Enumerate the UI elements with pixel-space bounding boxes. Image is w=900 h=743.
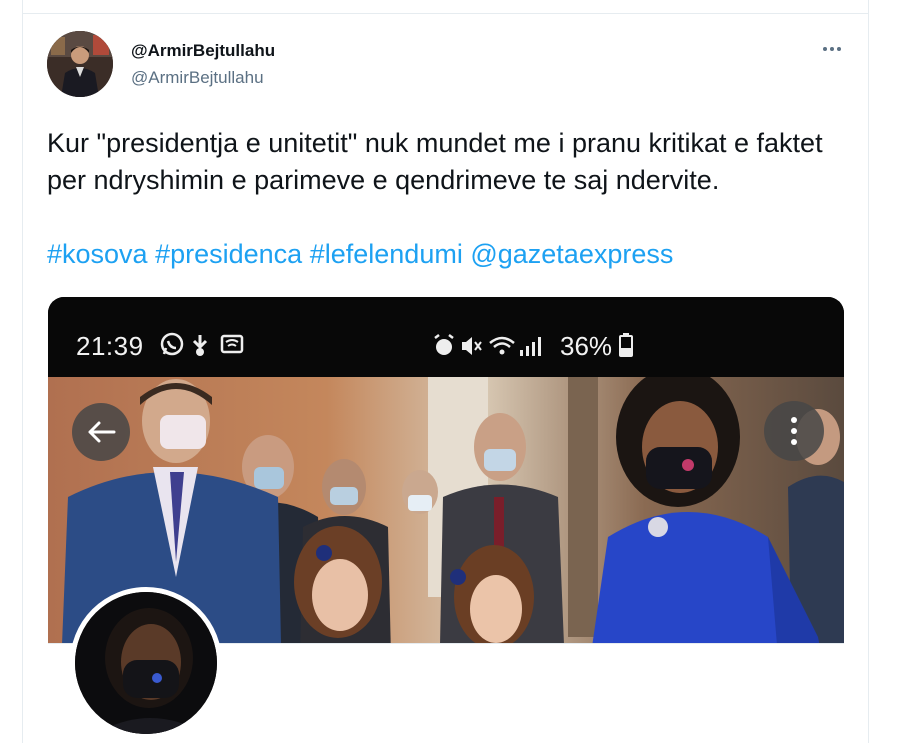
kebab-menu-icon[interactable] — [764, 401, 824, 461]
system-icons — [432, 333, 556, 365]
profile-picture[interactable] — [70, 587, 222, 739]
author-display-name[interactable]: @ArmirBejtullahu — [131, 41, 275, 61]
author-handle[interactable]: @ArmirBejtullahu — [131, 68, 264, 88]
hashtag-link[interactable]: #kosova — [47, 239, 148, 269]
author-avatar[interactable] — [47, 31, 113, 97]
battery-indicator: 36% — [560, 331, 634, 362]
phone-status-bar: 21:39 36% — [48, 297, 844, 377]
tweet-text: Kur "presidentja e unitetit" nuk mundet … — [47, 128, 823, 195]
right-column-border — [868, 0, 900, 743]
back-arrow-icon[interactable] — [72, 403, 130, 461]
status-time: 21:39 — [76, 331, 144, 361]
hashtag-link[interactable]: #lefelendumi — [310, 239, 463, 269]
tweet-media-image[interactable]: 21:39 36% — [48, 297, 844, 743]
hashtag-link[interactable]: #presidenca — [155, 239, 302, 269]
left-column-border — [0, 0, 23, 743]
battery-icon — [619, 333, 634, 357]
whatsapp-icon — [160, 332, 244, 356]
top-divider — [23, 0, 868, 14]
mention-link[interactable]: @gazetaexpress — [470, 239, 673, 269]
notification-icons — [160, 331, 256, 363]
tweet-hashtags: #kosova #presidenca #lefelendumi @gazeta… — [47, 236, 673, 273]
tweet: @ArmirBejtullahu @ArmirBejtullahu Kur "p… — [24, 15, 868, 743]
more-icon[interactable] — [814, 37, 850, 61]
battery-percent: 36% — [560, 331, 613, 361]
alarm-icon — [434, 334, 541, 356]
